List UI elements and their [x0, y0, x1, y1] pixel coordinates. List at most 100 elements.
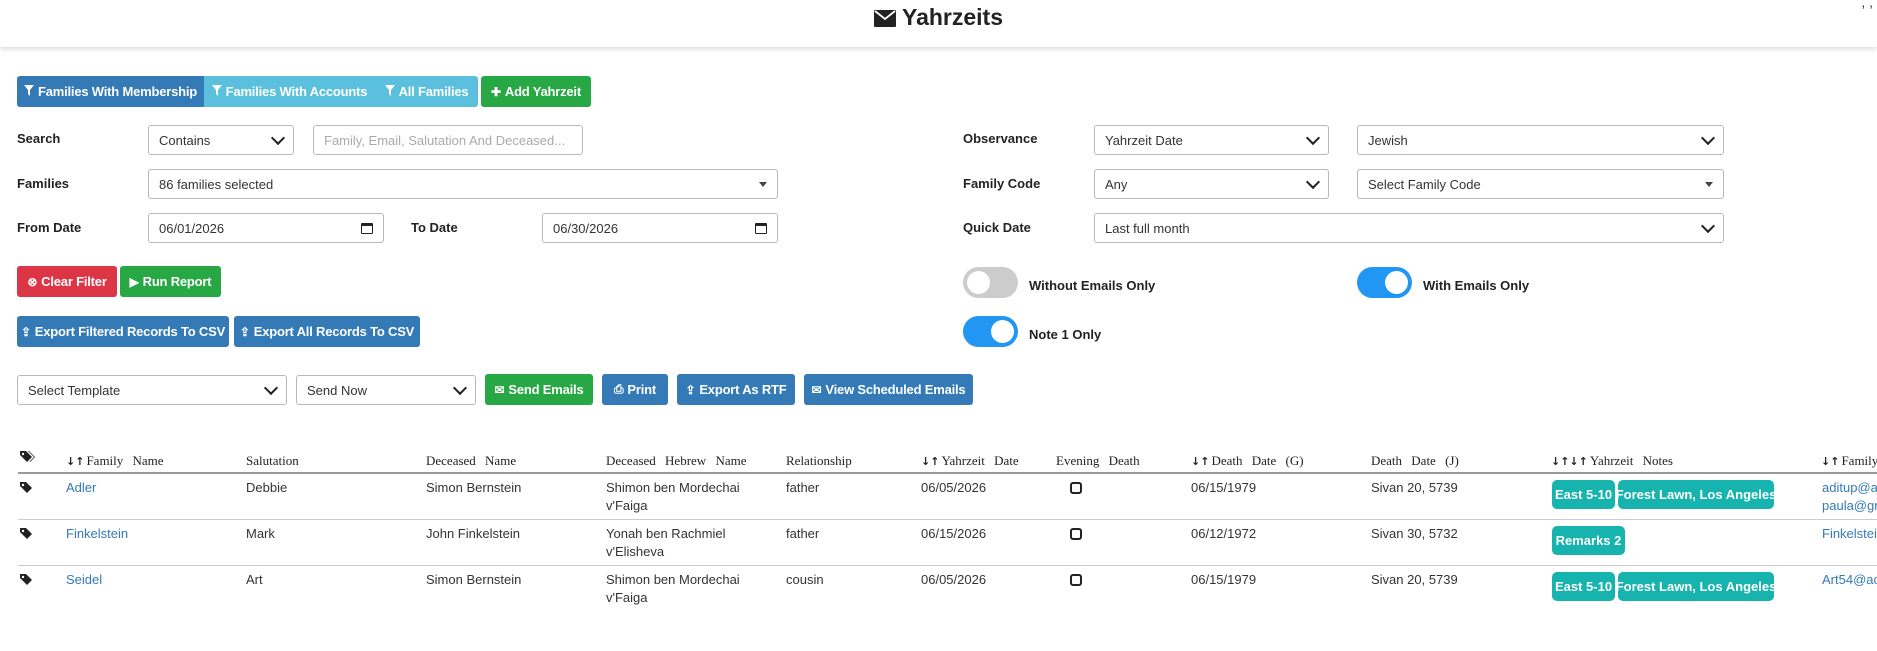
col-evening-death[interactable]: Evening Death [1056, 453, 1140, 469]
family-code-label: Family Code [963, 176, 1041, 191]
print-button[interactable]: ⎙ Print [602, 374, 668, 405]
chevron-down-icon [270, 130, 286, 146]
yahrzeit-date-cell: 06/05/2026 [921, 572, 987, 587]
note1-label: Note 1 Only [1029, 327, 1102, 342]
email-link[interactable]: aditup@ao [1822, 479, 1877, 497]
clear-filter-button[interactable]: ⊗ Clear Filter [17, 266, 117, 297]
chevron-down-icon [1700, 130, 1716, 146]
clear-filter-label: Clear Filter [41, 274, 107, 289]
search-input[interactable]: Family, Email, Salutation And Deceased..… [313, 125, 583, 155]
quick-date-select[interactable]: Last full month [1094, 213, 1724, 243]
observance-type-select[interactable]: Yahrzeit Date [1094, 125, 1329, 155]
evening-death-checkbox[interactable] [1070, 482, 1082, 494]
note-badge[interactable]: Remarks 2 [1552, 526, 1625, 555]
death-date-j-cell: Sivan 30, 5732 [1371, 526, 1458, 541]
export-icon: ⇪ [685, 382, 696, 397]
view-scheduled-emails-button[interactable]: ✉ View Scheduled Emails [804, 374, 973, 405]
yahrzeit-date-cell: 06/05/2026 [921, 480, 987, 495]
note1-toggle[interactable] [963, 316, 1018, 347]
family-link[interactable]: Seidel [66, 571, 102, 589]
export-rtf-label: Export As RTF [699, 382, 787, 397]
families-selected-value: 86 families selected [159, 176, 274, 192]
observance-label: Observance [963, 131, 1038, 146]
col-family-email[interactable]: ↓↑Family/M [1821, 453, 1877, 469]
export-icon: ⇪ [239, 324, 250, 339]
email-link[interactable]: paula@gm [1822, 497, 1877, 515]
user-menu-fragment[interactable]: , , [1861, 0, 1873, 10]
deceased-name-cell: Simon Bernstein [426, 572, 522, 587]
death-date-g-cell: 06/15/1979 [1191, 480, 1257, 495]
export-all-csv-button[interactable]: ⇪ Export All Records To CSV [234, 316, 420, 347]
note-badge[interactable]: East 5-10 [1552, 572, 1615, 601]
death-date-j-cell: Sivan 20, 5739 [1371, 572, 1458, 587]
hebrew-name-line2: v'Faiga [606, 498, 648, 513]
evening-death-checkbox[interactable] [1070, 574, 1082, 586]
calendar-icon[interactable] [755, 222, 767, 234]
with-emails-toggle[interactable] [1357, 267, 1412, 298]
calendar-icon[interactable] [361, 222, 373, 234]
search-mode-select[interactable]: Contains [148, 125, 294, 155]
col-death-date-j-label: Death Date (J) [1371, 453, 1459, 468]
export-filtered-csv-button[interactable]: ⇪ Export Filtered Records To CSV [17, 316, 229, 347]
envelope-icon: ✉ [811, 382, 822, 397]
salutation-cell: Mark [246, 526, 275, 541]
salutation-cell: Art [246, 572, 263, 587]
export-icon: ⇪ [20, 324, 31, 339]
observance-calendar-select[interactable]: Jewish [1357, 125, 1724, 155]
chevron-down-icon [1305, 130, 1321, 146]
col-yahrzeit-notes[interactable]: ↓↑↓↑ Yahrzeit Notes [1551, 453, 1673, 469]
col-relationship[interactable]: Relationship [786, 453, 852, 469]
col-yahrzeit-date[interactable]: ↓↑ Yahrzeit Date [921, 453, 1019, 469]
from-date-label: From Date [17, 220, 82, 235]
add-yahrzeit-button[interactable]: ✚ Add Yahrzeit [481, 76, 591, 107]
tag-icon[interactable] [20, 527, 32, 545]
note-badge[interactable]: Forest Lawn, Los Angeles [1616, 572, 1776, 601]
tag-icon[interactable] [20, 481, 32, 499]
col-deceased-hebrew-name[interactable]: Deceased Hebrew Name [606, 453, 746, 469]
col-family-name[interactable]: ↓↑ Family Name [66, 453, 164, 469]
export-rtf-button[interactable]: ⇪ Export As RTF [677, 374, 795, 405]
search-mode-value: Contains [159, 132, 211, 148]
template-select[interactable]: Select Template [17, 375, 287, 405]
tag-icon[interactable] [20, 573, 32, 591]
without-emails-toggle[interactable] [963, 267, 1018, 298]
evening-death-checkbox[interactable] [1070, 528, 1082, 540]
families-with-membership-button[interactable]: Families With Membership [17, 76, 204, 107]
col-salutation[interactable]: Salutation [246, 453, 299, 469]
send-mode-select[interactable]: Send Now [296, 375, 476, 405]
family-link[interactable]: Finkelstein [66, 525, 128, 543]
tags-icon[interactable] [20, 451, 36, 468]
to-date-value: 06/30/2026 [553, 220, 619, 236]
yahrzeit-date-cell: 06/15/2026 [921, 526, 987, 541]
family-link[interactable]: Adler [66, 479, 96, 497]
email-link[interactable]: Finkelstei [1822, 525, 1877, 543]
observance-calendar-value: Jewish [1368, 132, 1408, 148]
to-date-input[interactable]: 06/30/2026 [542, 213, 778, 243]
hebrew-name-line1: Shimon ben Mordechai [606, 480, 740, 495]
template-value: Select Template [28, 382, 121, 398]
email-link[interactable]: Art54@ao [1822, 571, 1877, 589]
col-death-date-g[interactable]: ↓↑ Death Date (G) [1191, 453, 1304, 469]
families-multiselect[interactable]: 86 families selected [148, 169, 778, 199]
run-report-button[interactable]: ▶ Run Report [120, 266, 221, 297]
play-icon: ▶ [129, 274, 139, 289]
to-date-label: To Date [411, 220, 458, 235]
send-emails-button[interactable]: ✉ Send Emails [485, 374, 593, 405]
all-families-button[interactable]: All Families [375, 76, 478, 107]
family-code-multiselect[interactable]: Select Family Code [1357, 169, 1724, 199]
filter-icon [211, 84, 222, 99]
death-date-j-cell: Sivan 20, 5739 [1371, 480, 1458, 495]
col-deceased-name[interactable]: Deceased Name [426, 453, 516, 469]
col-hebrew-name-label: Deceased Hebrew Name [606, 453, 747, 468]
col-relationship-label: Relationship [786, 453, 852, 468]
families-with-accounts-button[interactable]: Families With Accounts [204, 76, 375, 107]
note-badge[interactable]: Forest Lawn, Los Angeles [1616, 480, 1776, 509]
family-code-select[interactable]: Any [1094, 169, 1329, 199]
relationship-cell: cousin [786, 572, 824, 587]
note-badge[interactable]: East 5-10 [1552, 480, 1615, 509]
families-with-accounts-label: Families With Accounts [225, 84, 368, 99]
families-with-membership-label: Families With Membership [37, 84, 198, 99]
col-death-date-j[interactable]: Death Date (J) [1371, 453, 1459, 469]
from-date-input[interactable]: 06/01/2026 [148, 213, 384, 243]
toggle-knob [967, 271, 990, 294]
